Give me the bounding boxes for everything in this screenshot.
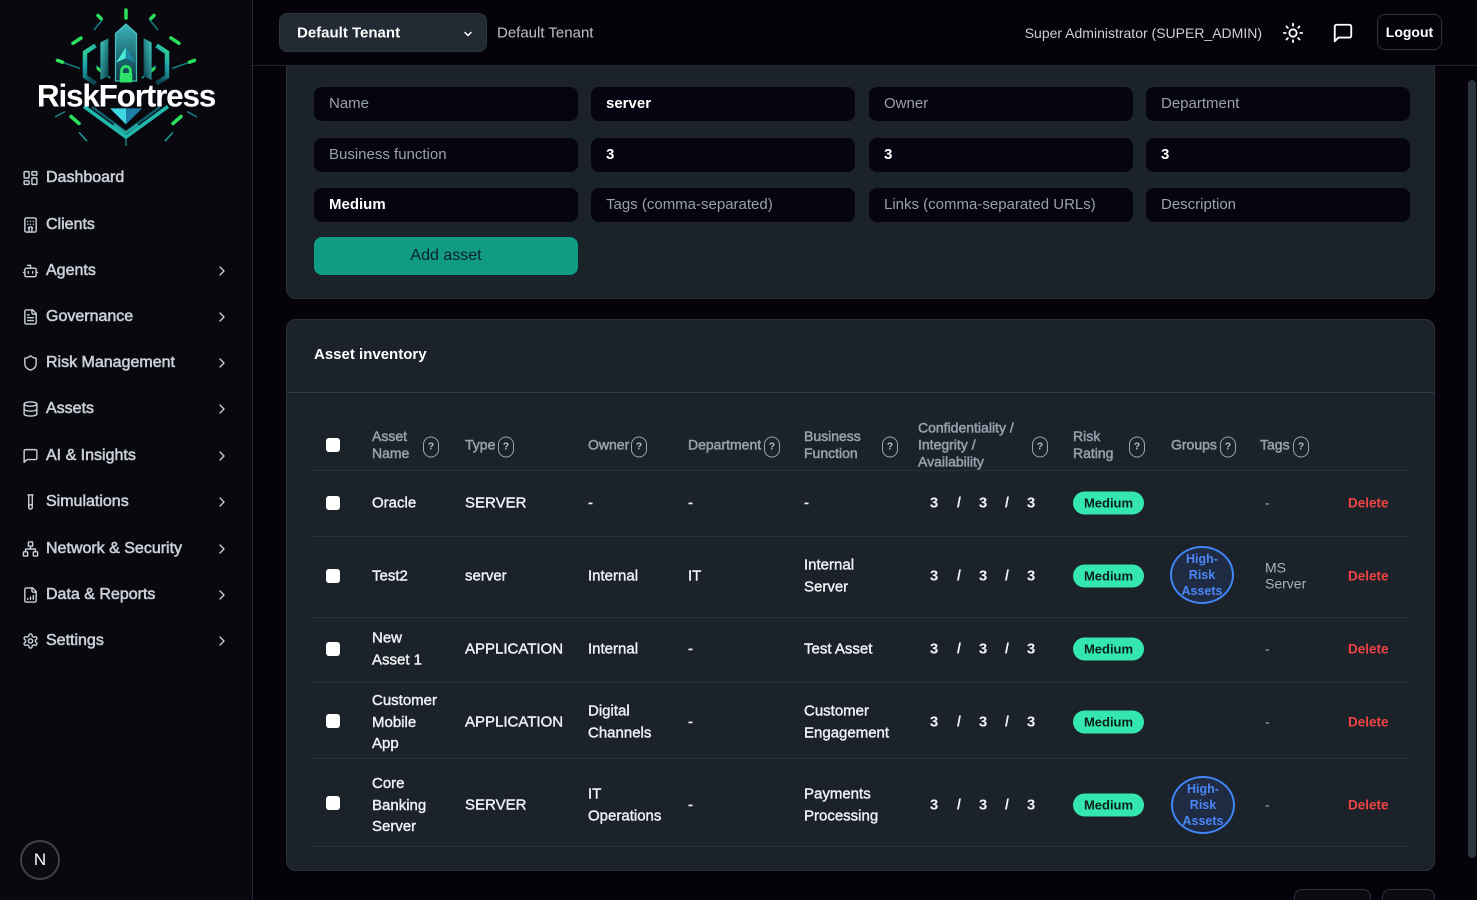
svg-text:RiskFortress: RiskFortress — [37, 78, 216, 114]
